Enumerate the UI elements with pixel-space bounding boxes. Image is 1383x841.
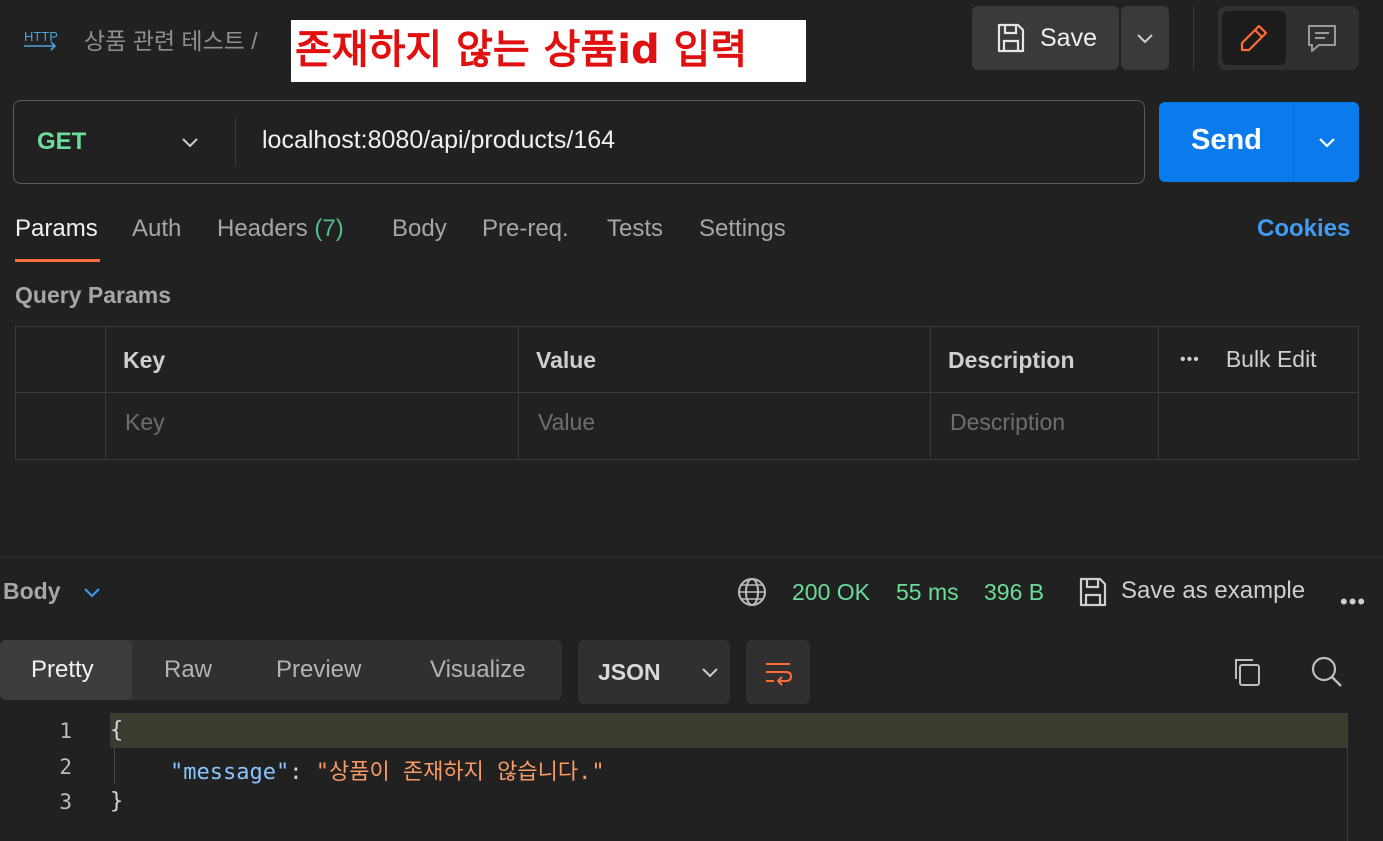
edit-mode-button[interactable] (1222, 11, 1286, 65)
save-as-example-button[interactable]: Save as example (1121, 577, 1305, 605)
method-select[interactable]: GET (37, 128, 86, 156)
bulk-edit-button[interactable]: Bulk Edit (1226, 346, 1317, 373)
query-params-title: Query Params (15, 282, 171, 308)
table-column-divider (1158, 326, 1159, 460)
response-more-icon[interactable]: ••• (1340, 589, 1366, 615)
pane-splitter[interactable] (0, 557, 1383, 558)
chevron-down-icon[interactable] (1315, 130, 1339, 154)
key-input[interactable]: Key (125, 409, 165, 436)
tab-body[interactable]: Body (392, 215, 447, 243)
url-input[interactable]: localhost:8080/api/products/164 (262, 126, 615, 155)
tab-prereq[interactable]: Pre-req. (482, 215, 569, 243)
save-button-label: Save (1040, 23, 1097, 52)
line-number: 2 (59, 755, 72, 779)
request-name-annotation[interactable]: 존재하지 않는 상품id 입력 (291, 20, 806, 82)
value-input[interactable]: Value (538, 409, 595, 436)
tab-auth[interactable]: Auth (132, 215, 181, 243)
code-line: "message": "상품이 존재하지 않습니다." (170, 754, 605, 786)
send-button-label: Send (1191, 124, 1262, 156)
view-tab-preview[interactable]: Preview (276, 656, 361, 684)
send-divider (1293, 102, 1294, 182)
line-number: 3 (59, 790, 72, 814)
code-line: { (110, 718, 124, 743)
indent-guide (114, 748, 115, 784)
wrap-lines-icon (766, 663, 792, 686)
tab-params[interactable]: Params (15, 215, 98, 243)
save-button[interactable]: Save (972, 6, 1119, 70)
json-string-value: "상품이 존재하지 않습니다." (315, 760, 605, 785)
response-body-select[interactable]: Body (3, 578, 61, 605)
json-colon: : (289, 760, 316, 785)
active-tab-indicator (15, 259, 100, 262)
chevron-down-icon (1137, 34, 1153, 44)
chevron-down-icon (701, 668, 718, 678)
response-size[interactable]: 396 B (984, 579, 1044, 606)
search-icon[interactable] (1309, 654, 1345, 690)
tab-headers-label: Headers (217, 215, 308, 242)
more-options-icon[interactable]: ••• (1180, 351, 1200, 369)
tab-headers-count: (7) (314, 215, 344, 242)
breadcrumb: 상품 관련 테스트 / (84, 22, 258, 56)
globe-icon[interactable] (736, 576, 768, 608)
table-column-divider (930, 326, 931, 460)
breadcrumb-separator: / (251, 28, 258, 54)
save-icon (997, 23, 1025, 53)
tab-tests[interactable]: Tests (607, 215, 663, 243)
chevron-down-icon[interactable] (80, 580, 104, 604)
table-column-divider (518, 326, 519, 460)
view-tab-visualize[interactable]: Visualize (430, 656, 526, 684)
code-line: } (110, 789, 124, 814)
line-number: 1 (59, 719, 72, 743)
tab-settings[interactable]: Settings (699, 215, 786, 243)
table-column-divider (105, 326, 106, 460)
svg-text:HTTP: HTTP (24, 29, 58, 44)
pencil-icon (1240, 24, 1268, 52)
bulk-edit-area: ••• Bulk Edit (1180, 346, 1317, 373)
cookies-link[interactable]: Cookies (1257, 215, 1350, 243)
format-select[interactable]: JSON (578, 640, 730, 704)
chevron-down-icon[interactable] (178, 130, 202, 154)
comments-button[interactable] (1290, 11, 1354, 65)
view-tab-pretty[interactable]: Pretty (31, 656, 94, 684)
editor-scrollbar[interactable] (1347, 713, 1348, 841)
tab-headers[interactable]: Headers (7) (217, 215, 344, 243)
column-header-value: Value (536, 347, 597, 373)
status-code[interactable]: 200 OK (792, 579, 870, 606)
view-tab-raw[interactable]: Raw (164, 656, 212, 684)
column-header-key: Key (123, 347, 166, 373)
url-divider (235, 118, 236, 166)
description-input[interactable]: Description (950, 409, 1065, 436)
wrap-lines-button[interactable] (746, 640, 810, 704)
save-icon (1079, 577, 1107, 607)
format-select-label: JSON (598, 658, 661, 685)
save-options-button[interactable] (1121, 6, 1169, 70)
comment-icon (1308, 25, 1336, 52)
copy-icon[interactable] (1230, 655, 1264, 689)
breadcrumb-collection[interactable]: 상품 관련 테스트 (84, 28, 245, 54)
toolbar-divider (1193, 6, 1194, 70)
http-request-icon: HTTP (24, 29, 58, 51)
response-time[interactable]: 55 ms (896, 579, 959, 606)
json-key: "message" (170, 760, 290, 785)
current-line-highlight (110, 713, 1348, 748)
column-header-description: Description (948, 347, 1075, 373)
